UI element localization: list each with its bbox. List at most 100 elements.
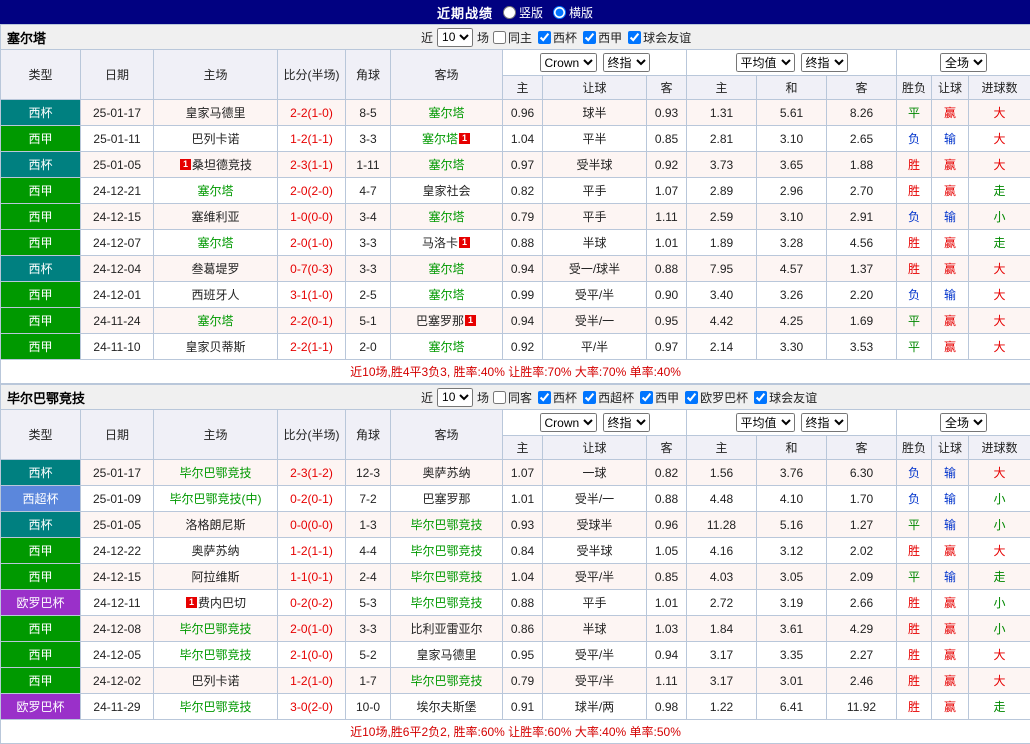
vertical-layout-radio[interactable] xyxy=(503,6,516,19)
team-name: 塞尔塔 xyxy=(428,288,464,302)
recent-count-select[interactable]: 10 xyxy=(437,28,473,47)
goals-result: 小 xyxy=(969,486,1030,512)
scope-select[interactable]: 全场 xyxy=(940,413,987,432)
asian-home-odds: 0.94 xyxy=(503,256,543,282)
asian-bookmaker-select[interactable]: Crown xyxy=(540,413,597,432)
asian-home-odds: 0.95 xyxy=(503,642,543,668)
goals-result: 大 xyxy=(969,334,1030,360)
filter-checkbox-input[interactable] xyxy=(754,391,767,404)
euro-away-odds: 2.91 xyxy=(827,204,897,230)
corner-score: 5-1 xyxy=(346,308,391,334)
match-result: 平 xyxy=(897,100,932,126)
euro-source-select[interactable]: 平均值 xyxy=(736,53,795,72)
asian-handicap: 受半/一 xyxy=(543,486,647,512)
filter-checkbox-input[interactable] xyxy=(628,31,641,44)
asian-away-odds: 1.11 xyxy=(647,204,687,230)
match-result: 负 xyxy=(897,460,932,486)
filter-checkbox-input[interactable] xyxy=(493,31,506,44)
col-header-asian-away: 客 xyxy=(647,436,687,460)
team-name: 塞尔塔 xyxy=(428,106,464,120)
match-date: 24-12-22 xyxy=(81,538,154,564)
match-date: 25-01-05 xyxy=(81,152,154,178)
filter-checkbox-input[interactable] xyxy=(493,391,506,404)
match-row: 西甲24-12-05毕尔巴鄂竞技2-1(0-0)5-2皇家马德里0.95受平/半… xyxy=(1,642,1030,668)
filter-checkbox-input[interactable] xyxy=(538,391,551,404)
filter-checkbox-西杯[interactable]: 西杯 xyxy=(538,389,577,406)
handicap-result: 赢 xyxy=(932,694,969,720)
scope-controls: 全场 xyxy=(897,410,1030,436)
euro-home-odds: 3.17 xyxy=(687,668,757,694)
filter-checkbox-西杯[interactable]: 西杯 xyxy=(538,29,577,46)
filter-checkbox-西甲[interactable]: 西甲 xyxy=(583,29,622,46)
asian-odds-controls: Crown 终指 xyxy=(503,50,687,76)
away-team-cell: 比利亚雷亚尔 xyxy=(391,616,503,642)
col-header-euro-draw: 和 xyxy=(757,76,827,100)
filter-checkbox-西甲[interactable]: 西甲 xyxy=(640,389,679,406)
match-date: 24-12-01 xyxy=(81,282,154,308)
euro-time-select[interactable]: 终指 xyxy=(801,413,848,432)
match-date: 24-12-21 xyxy=(81,178,154,204)
match-row: 西杯25-01-05洛格朗尼斯0-0(0-0)1-3毕尔巴鄂竞技0.93受球半0… xyxy=(1,512,1030,538)
euro-away-odds: 6.30 xyxy=(827,460,897,486)
col-header-asian-handicap: 让球 xyxy=(543,76,647,100)
team-name: 塞尔塔 xyxy=(197,236,233,250)
red-card-badge: 1 xyxy=(186,597,197,608)
euro-draw-odds: 6.41 xyxy=(757,694,827,720)
header-row-top: 类型 日期 主场 比分(半场) 角球 客场 Crown终指 平均值终指 全场 xyxy=(1,50,1030,76)
filter-checkbox-input[interactable] xyxy=(583,391,596,404)
filter-checkbox-欧罗巴杯[interactable]: 欧罗巴杯 xyxy=(685,389,748,406)
competition-badge: 西甲 xyxy=(1,616,81,642)
filter-checkbox-input[interactable] xyxy=(583,31,596,44)
euro-home-odds: 1.31 xyxy=(687,100,757,126)
filter-checkbox-input[interactable] xyxy=(538,31,551,44)
team-name: 桑坦德竞技 xyxy=(192,158,252,172)
asian-away-odds: 1.01 xyxy=(647,590,687,616)
asian-bookmaker-select[interactable]: Crown xyxy=(540,53,597,72)
scope-controls: 全场 xyxy=(897,50,1030,76)
recent-count-select[interactable]: 10 xyxy=(437,388,473,407)
handicap-result: 赢 xyxy=(932,334,969,360)
euro-source-select[interactable]: 平均值 xyxy=(736,413,795,432)
bilbao-results-table: 毕尔巴鄂竞技 近 10 场 同客西杯西超杯西甲欧罗巴杯球会友谊 类型 日期 主场… xyxy=(0,384,1030,744)
team-name: 比利亚雷亚尔 xyxy=(410,622,482,636)
team-name: 毕尔巴鄂竞技 xyxy=(410,544,482,558)
home-team-cell: 1桑坦德竞技 xyxy=(154,152,278,178)
filter-checkbox-球会友谊[interactable]: 球会友谊 xyxy=(628,29,691,46)
filter-checkbox-西超杯[interactable]: 西超杯 xyxy=(583,389,634,406)
horizontal-layout-radio[interactable] xyxy=(553,6,566,19)
section-team-name: 毕尔巴鄂竞技 xyxy=(1,388,421,407)
euro-away-odds: 2.70 xyxy=(827,178,897,204)
col-header-result: 胜负 xyxy=(897,76,932,100)
filter-checkbox-input[interactable] xyxy=(640,391,653,404)
goals-result: 大 xyxy=(969,100,1030,126)
team-name: 巴塞罗那 xyxy=(416,314,464,328)
filter-checkbox-同客[interactable]: 同客 xyxy=(493,389,532,406)
match-result: 负 xyxy=(897,282,932,308)
scope-select[interactable]: 全场 xyxy=(940,53,987,72)
layout-radio-vertical[interactable]: 竖版 xyxy=(503,4,543,21)
euro-home-odds: 4.48 xyxy=(687,486,757,512)
col-header-euro-home: 主 xyxy=(687,436,757,460)
team-name: 塞尔塔 xyxy=(197,184,233,198)
team-name: 阿拉维斯 xyxy=(191,570,239,584)
filter-checkbox-input[interactable] xyxy=(685,391,698,404)
col-header-euro-home: 主 xyxy=(687,76,757,100)
corner-score: 2-5 xyxy=(346,282,391,308)
col-header-euro-away: 客 xyxy=(827,436,897,460)
euro-time-select[interactable]: 终指 xyxy=(801,53,848,72)
filter-checkbox-同主[interactable]: 同主 xyxy=(493,29,532,46)
euro-home-odds: 3.73 xyxy=(687,152,757,178)
team-name: 奥萨苏纳 xyxy=(191,544,239,558)
games-label: 场 xyxy=(477,389,489,406)
red-card-badge: 1 xyxy=(180,159,191,170)
handicap-result: 赢 xyxy=(932,152,969,178)
match-result: 胜 xyxy=(897,616,932,642)
asian-time-select[interactable]: 终指 xyxy=(603,53,650,72)
asian-time-select[interactable]: 终指 xyxy=(603,413,650,432)
euro-away-odds: 1.88 xyxy=(827,152,897,178)
match-result: 胜 xyxy=(897,256,932,282)
layout-radio-horizontal[interactable]: 横版 xyxy=(553,4,593,21)
asian-away-odds: 0.94 xyxy=(647,642,687,668)
filter-checkbox-球会友谊[interactable]: 球会友谊 xyxy=(754,389,817,406)
handicap-result: 赢 xyxy=(932,308,969,334)
